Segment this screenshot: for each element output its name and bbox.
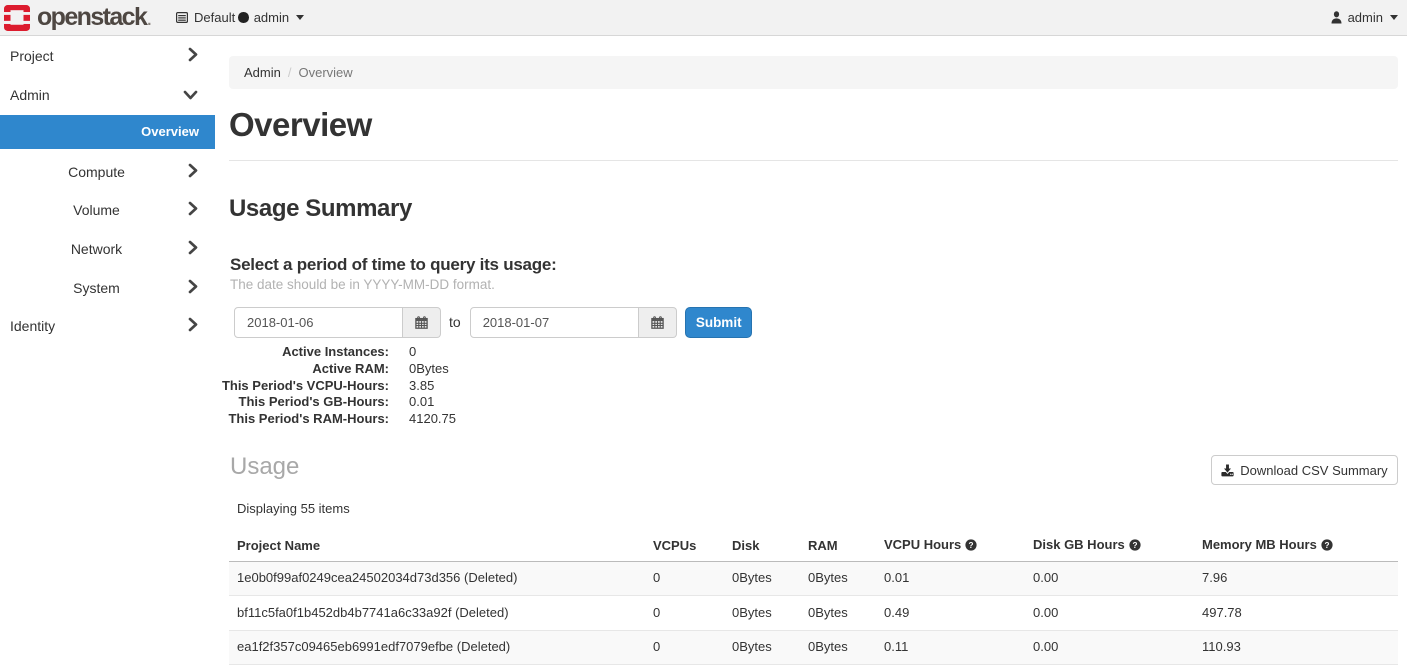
svg-text:?: ? — [1132, 541, 1137, 550]
svg-text:?: ? — [1324, 541, 1329, 550]
svg-text:?: ? — [969, 541, 974, 550]
